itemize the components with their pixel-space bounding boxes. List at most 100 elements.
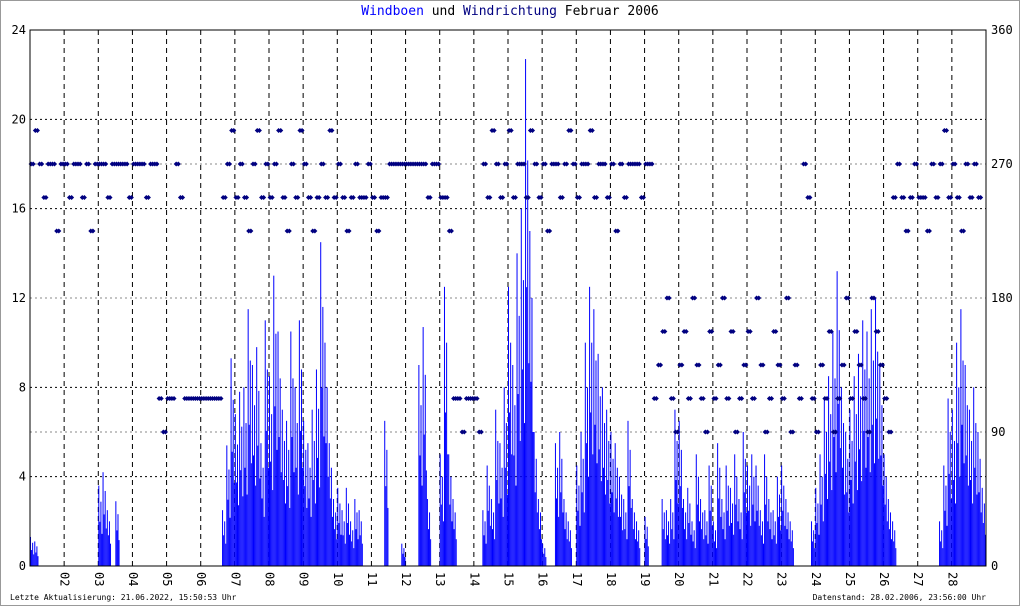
gust-bar	[980, 512, 982, 566]
gust-bar	[580, 432, 582, 566]
gust-bar	[618, 476, 620, 566]
gust-bar	[99, 521, 101, 566]
gust-bar	[280, 472, 282, 566]
gust-bar	[232, 399, 234, 566]
gust-bar	[763, 543, 765, 566]
gust-bar	[305, 449, 307, 566]
gust-bar	[694, 548, 696, 566]
gust-bar	[978, 492, 980, 566]
gust-bar	[401, 543, 403, 566]
gust-bar	[585, 443, 587, 566]
gust-bar	[727, 485, 729, 566]
gust-bar	[751, 454, 753, 566]
footer-data-status: Datenstand: 28.02.2006, 23:56:00 Uhr	[812, 593, 986, 602]
gust-bar	[566, 539, 568, 566]
gust-bar	[611, 492, 613, 566]
gust-bar	[345, 487, 347, 566]
gust-bar	[512, 365, 514, 566]
gust-bar	[781, 465, 783, 566]
gust-bar	[830, 414, 832, 566]
gust-bar	[612, 458, 614, 566]
gust-bar	[334, 529, 336, 566]
gust-bar	[950, 499, 952, 566]
gust-bar	[722, 529, 724, 566]
gust-bar	[668, 521, 670, 566]
gust-bar	[568, 541, 570, 566]
gust-bar	[973, 387, 975, 566]
gust-bar	[862, 320, 864, 566]
gust-bar	[306, 507, 308, 566]
gust-bar	[298, 320, 300, 566]
gust-bar	[713, 541, 715, 566]
gust-bar	[707, 543, 709, 566]
gust-bar	[299, 430, 301, 566]
gust-bar	[623, 499, 625, 566]
gust-bar	[303, 420, 305, 566]
gust-bar	[315, 369, 317, 566]
gust-bar	[532, 432, 534, 566]
left-tick-label: 24	[12, 23, 26, 37]
gust-bar	[104, 490, 106, 566]
gust-bar	[632, 529, 634, 566]
gust-bar	[240, 470, 242, 566]
gust-bar	[349, 534, 351, 566]
gust-bar	[669, 543, 671, 566]
gust-bar	[235, 482, 237, 566]
gust-bar	[613, 512, 615, 566]
gust-bar	[354, 499, 356, 566]
x-tick-label: 05	[160, 572, 174, 586]
right-tick-label: 270	[991, 157, 1013, 171]
gust-bar	[424, 374, 426, 566]
gust-bar	[620, 516, 622, 566]
gust-bar	[709, 510, 711, 566]
gust-bar	[594, 424, 596, 566]
x-tick-label: 16	[536, 572, 550, 586]
gust-bar	[584, 342, 586, 566]
gust-bar	[814, 548, 816, 566]
gust-bar	[535, 458, 537, 566]
gust-bar	[517, 394, 519, 566]
gust-bar	[690, 534, 692, 566]
gust-bar	[819, 454, 821, 566]
gust-bar	[766, 476, 768, 566]
gust-bar	[361, 543, 363, 566]
gust-bar	[598, 449, 600, 566]
gust-bar	[340, 534, 342, 566]
x-tick-label: 25	[843, 572, 857, 586]
gust-bar	[678, 420, 680, 566]
gust-bar	[845, 432, 847, 566]
gust-bar	[816, 523, 818, 566]
gust-bar	[949, 432, 951, 566]
gust-bar	[524, 423, 526, 566]
gust-bar	[541, 539, 543, 566]
gust-bar	[835, 472, 837, 566]
gust-bar	[287, 486, 289, 566]
gust-bar	[37, 556, 39, 566]
gust-bar	[693, 530, 695, 566]
gust-bar	[941, 530, 943, 566]
x-tick-label: 12	[399, 572, 413, 586]
gust-bar	[761, 521, 763, 566]
gust-bar	[525, 59, 527, 567]
gust-bar	[974, 467, 976, 566]
gust-bar	[675, 480, 677, 566]
gust-bar	[352, 530, 354, 566]
gust-bar	[241, 426, 243, 566]
gust-bar	[827, 499, 829, 566]
gust-bar	[233, 482, 235, 566]
gust-bar	[718, 498, 720, 566]
gust-bar	[677, 503, 679, 566]
gust-bar	[267, 467, 269, 566]
gust-bar	[728, 525, 730, 566]
gust-bar	[956, 342, 958, 566]
gust-bar	[355, 529, 357, 566]
gust-bar	[891, 539, 893, 566]
gust-bar	[404, 557, 406, 566]
gust-bar	[616, 467, 618, 566]
left-tick-label: 20	[12, 112, 26, 126]
gust-bar	[293, 472, 295, 566]
gust-bar	[765, 504, 767, 566]
gust-bar	[892, 521, 894, 566]
gust-bar	[887, 499, 889, 566]
gust-bar	[496, 480, 498, 566]
